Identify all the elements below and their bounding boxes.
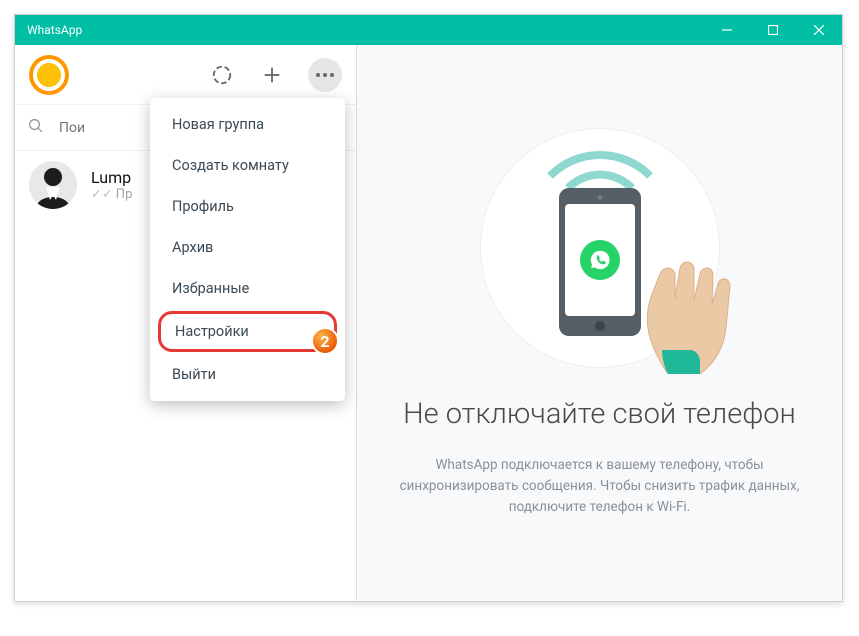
chat-name: Lump xyxy=(91,168,132,187)
close-button[interactable] xyxy=(796,15,842,45)
titlebar: WhatsApp xyxy=(15,15,842,45)
chat-texts: Lump ✓✓ Пр xyxy=(91,168,132,202)
maximize-button[interactable] xyxy=(750,15,796,45)
hand-icon xyxy=(618,224,748,374)
left-actions xyxy=(208,58,342,92)
annotation-badge: 2 xyxy=(311,327,339,355)
read-ticks-icon: ✓✓ xyxy=(91,187,113,202)
app-window: WhatsApp xyxy=(14,14,843,602)
right-pane: Не отключайте свой телефон WhatsApp подк… xyxy=(357,45,842,601)
subtext: WhatsApp подключается к вашему телефону,… xyxy=(390,455,810,518)
dropdown-menu: Новая группа Создать комнату Профиль Арх… xyxy=(150,98,345,401)
menu-item-label: Выйти xyxy=(172,366,216,383)
left-header xyxy=(15,45,356,105)
menu-item-label: Новая группа xyxy=(172,116,264,133)
new-chat-icon[interactable] xyxy=(258,61,286,89)
menu-item-create-room[interactable]: Создать комнату xyxy=(150,145,345,186)
menu-item-label: Профиль xyxy=(172,198,234,215)
menu-item-label: Настройки xyxy=(175,323,249,340)
minimize-button[interactable] xyxy=(704,15,750,45)
left-pane: Lump ✓✓ Пр Новая группа Создать комнату … xyxy=(15,45,357,601)
headline: Не отключайте свой телефон xyxy=(403,396,796,432)
menu-item-label: Избранные xyxy=(172,280,249,297)
self-avatar[interactable] xyxy=(29,55,69,95)
titlebar-title: WhatsApp xyxy=(15,23,704,37)
menu-item-label: Архив xyxy=(172,239,213,256)
chat-preview: Пр xyxy=(116,187,133,202)
menu-item-label: Создать комнату xyxy=(172,157,289,174)
chat-avatar xyxy=(29,161,77,209)
menu-item-starred[interactable]: Избранные xyxy=(150,268,345,309)
menu-item-profile[interactable]: Профиль xyxy=(150,186,345,227)
menu-item-new-group[interactable]: Новая группа xyxy=(150,104,345,145)
menu-item-settings[interactable]: Настройки 2 xyxy=(158,311,337,352)
menu-item-archive[interactable]: Архив xyxy=(150,227,345,268)
menu-item-logout[interactable]: Выйти xyxy=(150,354,345,395)
content: Lump ✓✓ Пр Новая группа Создать комнату … xyxy=(15,45,842,601)
illustration xyxy=(470,128,730,368)
chat-sub: ✓✓ Пр xyxy=(91,187,132,202)
menu-button[interactable] xyxy=(308,58,342,92)
status-icon[interactable] xyxy=(208,61,236,89)
whatsapp-logo-icon xyxy=(580,240,620,280)
search-icon xyxy=(27,117,45,139)
